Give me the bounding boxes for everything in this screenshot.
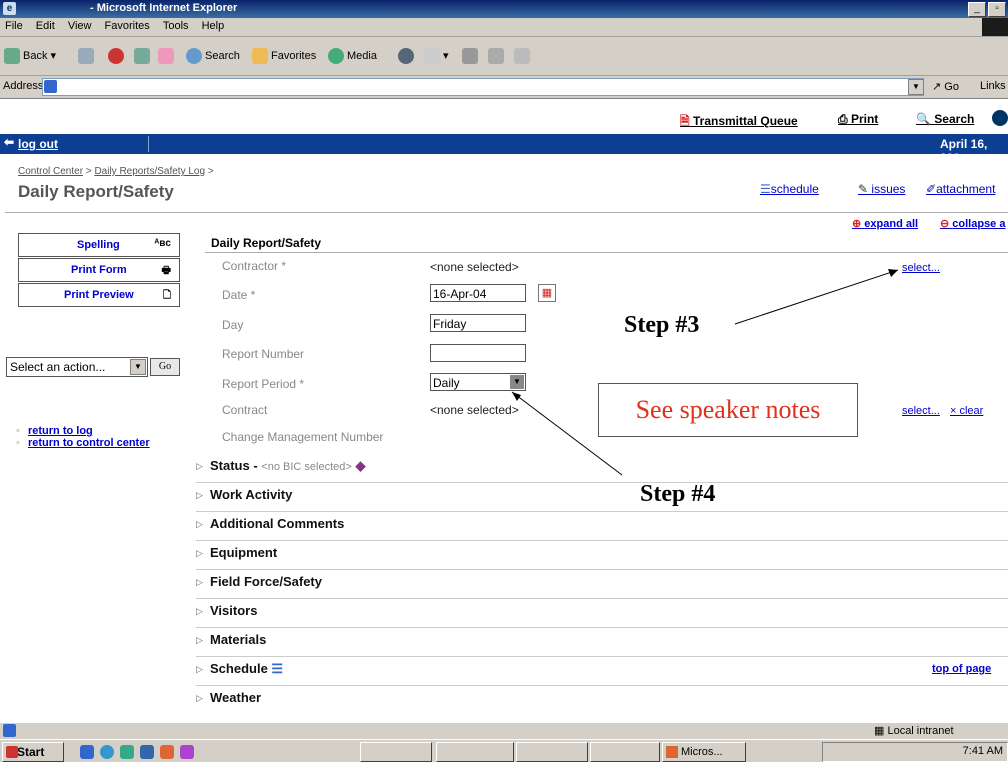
taskbar-powerpoint-window[interactable]: Micros...: [662, 742, 746, 762]
taskbar-ie-window[interactable]: [360, 742, 432, 762]
windows-flag-icon: [6, 746, 18, 758]
system-tray: 7:41 AM: [822, 742, 1008, 762]
annotation-arrows: [511, 269, 899, 476]
taskbar: Start Micros... 7:41 AM: [0, 739, 1008, 762]
app-icon[interactable]: [180, 745, 194, 759]
step-3-label: Step #3: [624, 312, 700, 338]
powerpoint-icon: [666, 746, 678, 759]
security-zone: ▦ Local intranet: [874, 725, 954, 737]
speaker-notes-callout: See speaker notes: [598, 383, 858, 437]
word-icon[interactable]: [140, 745, 154, 759]
taskbar-ie-window-3[interactable]: [516, 742, 588, 762]
ie-quicklaunch-icon[interactable]: [100, 745, 114, 759]
status-bar: ▦ Local intranet: [0, 722, 1008, 740]
taskbar-window-4[interactable]: [590, 742, 660, 762]
page-status-icon: [3, 724, 16, 737]
taskbar-ie-window-2[interactable]: [436, 742, 514, 762]
start-button[interactable]: Start: [2, 742, 64, 762]
clock: 7:41 AM: [962, 745, 1003, 757]
quicklaunch-icon[interactable]: [80, 745, 94, 759]
step-4-label: Step #4: [640, 481, 716, 507]
excel-icon[interactable]: [120, 745, 134, 759]
powerpoint-icon[interactable]: [160, 745, 174, 759]
